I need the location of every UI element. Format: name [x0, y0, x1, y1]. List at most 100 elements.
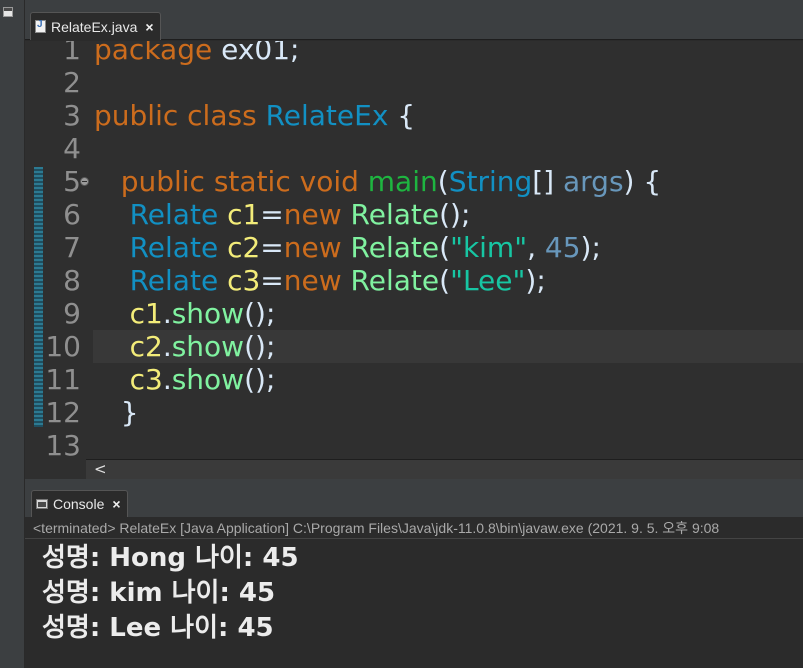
code-token: package — [94, 41, 222, 66]
console-status-line: <terminated> RelateEx [Java Application]… — [25, 517, 803, 539]
line-number: 9 — [63, 297, 81, 330]
code-token: main — [367, 165, 438, 198]
code-token: c1 — [94, 297, 163, 330]
code-token: Relate — [94, 198, 228, 231]
code-text: c1.show(); — [94, 297, 276, 330]
code-token: = — [260, 264, 284, 297]
code-token: show — [171, 330, 245, 363]
editor-tab-bar: RelateEx.java × — [25, 10, 803, 40]
code-line: 1 package ex01; — [25, 41, 803, 66]
code-text: Relate c1=new Relate(); — [94, 198, 471, 231]
line-number: 3 — [63, 99, 81, 132]
code-text: c2.show(); — [94, 330, 276, 363]
code-token: (); — [439, 198, 471, 231]
code-token: = — [260, 231, 284, 264]
close-tab-icon[interactable]: × — [145, 19, 153, 35]
code-token: "Lee" — [450, 264, 526, 297]
console-tab-bar: Console × — [25, 489, 803, 517]
line-number: 12 — [45, 396, 81, 429]
gutter-fill — [25, 459, 86, 479]
code-token: (); — [244, 363, 276, 396]
code-token: Relate — [94, 264, 228, 297]
console-output-line: 성명: Lee 나이: 45 — [42, 613, 274, 643]
code-token: (); — [244, 330, 276, 363]
tab-console[interactable]: Console × — [31, 490, 128, 517]
code-token: ( — [439, 264, 451, 297]
code-text: c3.show(); — [94, 363, 276, 396]
code-token: ); — [525, 264, 546, 297]
console-tab-title: Console — [53, 496, 105, 512]
code-token: { — [388, 99, 416, 132]
code-token: . — [162, 330, 172, 363]
code-token: c3 — [227, 264, 261, 297]
close-console-icon[interactable]: × — [112, 496, 120, 512]
code-token: new — [283, 231, 351, 264]
console-icon — [36, 499, 48, 509]
console-output-line: 성명: Hong 나이: 45 — [42, 543, 299, 573]
code-token: ( — [437, 165, 449, 198]
code-token: Relate — [350, 264, 440, 297]
line-number: 13 — [45, 429, 81, 459]
code-token: } — [94, 396, 139, 429]
scroll-left-icon[interactable]: < — [94, 460, 107, 478]
line-number: 6 — [63, 198, 81, 231]
code-token: Relate — [350, 231, 440, 264]
minimize-view-icon[interactable] — [3, 7, 13, 17]
code-token: = — [260, 198, 284, 231]
code-line: 2 — [25, 66, 803, 99]
line-number: 11 — [45, 363, 81, 396]
code-token: public class — [94, 99, 266, 132]
code-token: Relate — [94, 231, 228, 264]
code-token: 45 — [544, 231, 581, 264]
code-line: 12 } — [25, 396, 803, 429]
line-number: 1 — [63, 41, 81, 66]
left-toolbar-strip — [0, 0, 25, 668]
console-output[interactable]: 성명: Hong 나이: 45 성명: kim 나이: 45 성명: Lee 나이:… — [25, 539, 803, 668]
console-output-line: 성명: kim 나이: 45 — [42, 578, 276, 608]
code-token: String — [448, 165, 533, 198]
tab-title: RelateEx.java — [51, 18, 138, 35]
code-line: 6 Relate c1=new Relate(); — [25, 198, 803, 231]
code-line: 11 c3.show(); — [25, 363, 803, 396]
code-token: new — [283, 198, 351, 231]
java-file-icon — [35, 19, 46, 33]
code-token: c3 — [94, 363, 163, 396]
code-text: public class RelateEx { — [94, 99, 415, 132]
line-number: 2 — [63, 66, 81, 99]
code-line: 8 Relate c3=new Relate("Lee"); — [25, 264, 803, 297]
code-token: public static void — [94, 165, 368, 198]
tab-relateex-java[interactable]: RelateEx.java × — [30, 12, 161, 40]
code-line: 4 — [25, 132, 803, 165]
code-token: show — [171, 363, 245, 396]
code-text: public static void main(String[] args) { — [94, 165, 662, 198]
code-line: 9 c1.show(); — [25, 297, 803, 330]
code-editor[interactable]: 1 package ex01; 2 3 public class RelateEx {4… — [25, 41, 803, 459]
code-token: "kim" — [450, 231, 528, 264]
code-token: ( — [439, 231, 451, 264]
code-token: ex01; — [221, 41, 300, 66]
code-token: Relate — [350, 198, 440, 231]
code-line: 3 public class RelateEx { — [25, 99, 803, 132]
line-number: 4 — [63, 132, 81, 165]
line-number: 10 — [45, 330, 81, 363]
horizontal-scrollbar[interactable]: < — [86, 459, 803, 479]
code-token: . — [162, 297, 172, 330]
code-token: args — [563, 165, 624, 198]
fold-toggle-icon[interactable] — [80, 177, 89, 186]
code-text: package ex01; — [94, 41, 299, 66]
code-token: ) { — [623, 165, 662, 198]
code-text: Relate c3=new Relate("Lee"); — [94, 264, 546, 297]
code-token: . — [162, 363, 172, 396]
panel-separator — [25, 479, 803, 489]
code-token: c1 — [227, 198, 261, 231]
code-token: (); — [244, 297, 276, 330]
code-token: c2 — [227, 231, 261, 264]
line-number: 7 — [63, 231, 81, 264]
line-number: 8 — [63, 264, 81, 297]
code-token: , — [527, 231, 545, 264]
code-line: 5 public static void main(String[] args)… — [25, 165, 803, 198]
code-token: RelateEx — [265, 99, 389, 132]
code-text: Relate c2=new Relate("kim", 45); — [94, 231, 601, 264]
code-line: 10 c2.show(); — [25, 330, 803, 363]
code-token: [] — [532, 165, 563, 198]
